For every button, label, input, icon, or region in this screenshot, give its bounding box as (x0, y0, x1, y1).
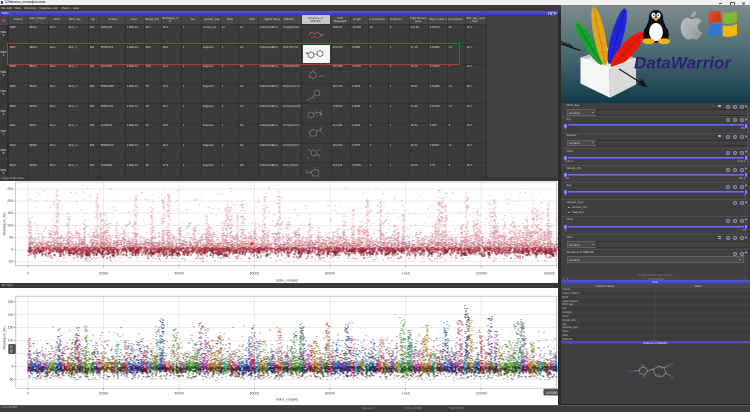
svg-text:MedAdjust_RU: MedAdjust_RU (3, 212, 7, 235)
svg-text:140000: 140000 (543, 272, 554, 276)
svg-text:0: 0 (12, 364, 14, 368)
svg-text:20000: 20000 (99, 272, 109, 276)
svg-text:-50: -50 (8, 260, 13, 264)
svg-text:DataWarrior: DataWarrior (634, 54, 732, 73)
svg-text:100: 100 (7, 224, 13, 228)
svg-text:0: 0 (27, 391, 29, 395)
svg-text:250: 250 (7, 187, 13, 191)
svg-text:150: 150 (7, 211, 13, 215)
svg-text:OH: OH (319, 126, 324, 130)
svg-text:OH: OH (312, 67, 317, 71)
svg-text:49.70: 49.70 (9, 345, 13, 353)
svg-text:N: N (643, 375, 646, 379)
svg-text:0: 0 (27, 272, 29, 276)
svg-text:20000: 20000 (99, 391, 109, 395)
svg-text:40000: 40000 (174, 391, 184, 395)
svg-text:Index_rodayinj: Index_rodayinj (276, 397, 298, 401)
svg-text:-50: -50 (8, 377, 13, 381)
svg-text:1.0e5: 1.0e5 (401, 272, 410, 276)
svg-text:200: 200 (8, 313, 14, 317)
svg-text:100: 100 (8, 338, 14, 342)
svg-text:1.0e5: 1.0e5 (401, 391, 410, 395)
svg-text:N: N (319, 175, 321, 179)
svg-text:HCl: HCl (319, 74, 324, 78)
svg-text:0: 0 (11, 248, 13, 252)
svg-text:Index_rodayinj: Index_rodayinj (276, 279, 298, 283)
svg-text:140556: 140556 (546, 391, 558, 395)
svg-text:50: 50 (9, 236, 13, 240)
svg-text:80000: 80000 (325, 391, 335, 395)
svg-text:60000: 60000 (250, 391, 260, 395)
svg-text:N: N (313, 96, 315, 100)
svg-text:150: 150 (8, 325, 14, 329)
svg-text:Cl: Cl (318, 148, 321, 152)
svg-text:Cl: Cl (671, 375, 674, 379)
svg-text:MedAdjust_RU: MedAdjust_RU (3, 326, 7, 349)
svg-text:Cl: Cl (669, 362, 672, 366)
svg-text:Cl: Cl (307, 98, 310, 102)
svg-text:N: N (315, 108, 317, 112)
svg-text:200: 200 (7, 199, 13, 203)
svg-text:250: 250 (8, 300, 14, 304)
svg-text:120000: 120000 (475, 272, 486, 276)
svg-text:O: O (305, 168, 308, 172)
svg-text:80000: 80000 (325, 272, 335, 276)
svg-text:120000: 120000 (475, 391, 486, 395)
svg-text:60000: 60000 (250, 272, 260, 276)
svg-text:40000: 40000 (174, 272, 184, 276)
svg-text:N: N (308, 75, 310, 79)
svg-text:H₂N: H₂N (629, 369, 636, 373)
svg-text:N: N (307, 156, 309, 160)
